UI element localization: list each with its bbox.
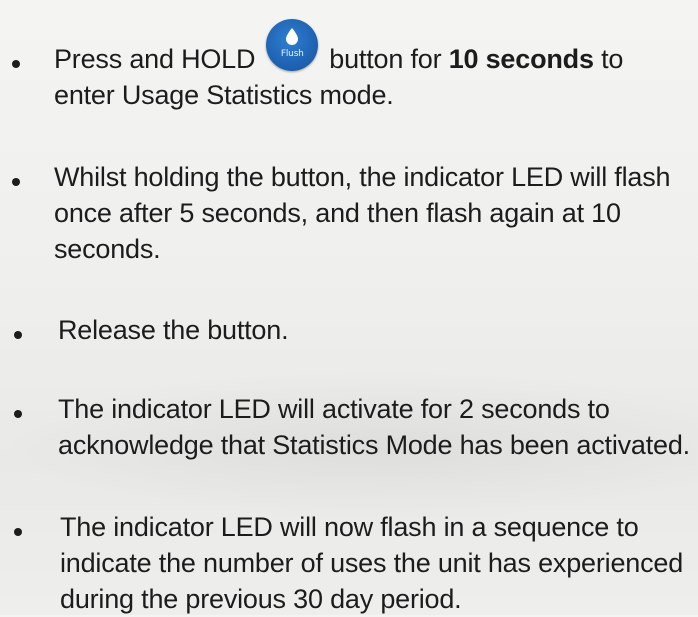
flush-button-circle: Flush: [266, 19, 319, 71]
bullet-line-text: Press and HOLD: [54, 44, 256, 74]
flush-button-graphic: Flush: [261, 19, 323, 77]
bullet-line: The indicator LED will activate for 2 se…: [58, 394, 610, 424]
water-drop-icon: [286, 28, 299, 45]
bullet-line: indicate the number of uses the unit has…: [60, 548, 684, 578]
bullet-line: Release the button.: [58, 315, 289, 345]
instruction-page: Press and HOLD Flush button for 10 seconds…: [0, 0, 698, 615]
bullet-text: Whilst holding the button, the indicator…: [54, 159, 671, 267]
bullet-line: seconds.: [54, 234, 161, 264]
bullet-line-emphasis: 10 seconds: [448, 44, 594, 74]
bullet-line: The indicator LED will now flash in a se…: [60, 512, 639, 542]
bullet-dot: [14, 528, 22, 536]
bullet-line-text: to: [593, 44, 624, 74]
bullet-line: once after 5 seconds, and then flash aga…: [54, 198, 621, 228]
bullet-dot: [12, 60, 20, 68]
bullet-line: Press and HOLD Flush button for 10 seconds…: [54, 19, 624, 77]
bullet-text: The indicator LED will activate for 2 se…: [58, 391, 690, 463]
bullet-text: Press and HOLD Flush button for 10 seconds…: [54, 19, 624, 113]
bullet-text: The indicator LED will now flash in a se…: [60, 509, 683, 617]
bullet-dot: [14, 331, 22, 339]
bullet-line: Whilst holding the button, the indicator…: [54, 162, 671, 192]
bullet-line: during the previous 30 day period.: [60, 584, 462, 614]
bullet-line: enter Usage Statistics mode.: [54, 80, 394, 110]
bullet-dot: [14, 410, 22, 418]
bullet-text: Release the button.: [58, 312, 289, 348]
bullet-line-text: button for: [329, 44, 449, 74]
flush-button-label: Flush: [280, 49, 304, 59]
bullet-dot: [12, 178, 20, 186]
bullet-line: acknowledge that Statistics Mode has bee…: [58, 430, 690, 460]
